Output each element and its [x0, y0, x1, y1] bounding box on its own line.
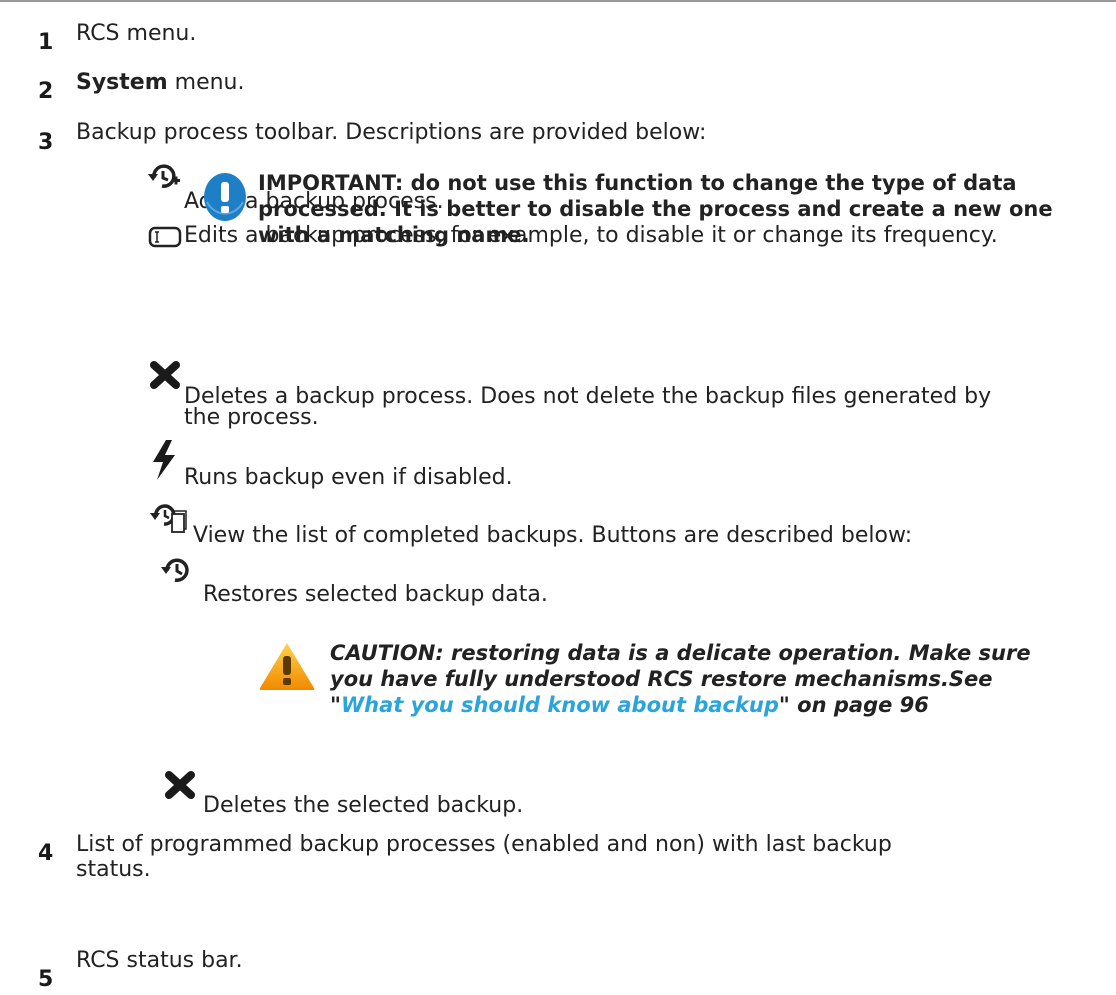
delete-icon [148, 360, 182, 394]
item-text-3: Backup process toolbar. Descriptions are… [76, 120, 707, 145]
item-text-4-line2: status. [76, 857, 151, 882]
item-text-2-rest: menu. [167, 70, 245, 95]
restore-icon [160, 556, 194, 590]
caution-line-3: "What you should know about backup" on p… [330, 692, 1110, 718]
caution-note: CAUTION: restoring data is a delicate op… [330, 640, 1110, 718]
edit-icon [148, 225, 182, 253]
item-text-2: System menu. [76, 71, 245, 95]
quote-open: " [330, 693, 341, 717]
restore-text: Restores selected backup data. [203, 582, 548, 607]
view-backups-text: View the list of completed backups. Butt… [193, 523, 913, 548]
add-backup-icon [148, 162, 182, 196]
item-number-4: 4 [38, 841, 54, 866]
delete-selected-text: Deletes the selected backup. [203, 793, 524, 818]
backup-knowledge-link[interactable]: What you should know about backup [341, 693, 779, 717]
lightning-icon [150, 440, 178, 484]
caution-line-1: CAUTION: restoring data is a delicate op… [330, 641, 1031, 665]
delete-process-text-line2: the process. [184, 405, 319, 430]
important-note: IMPORTANT: do not use this function to c… [258, 171, 1053, 247]
item-number-5: 5 [38, 967, 54, 992]
caution-line-2: you have fully understood RCS restore me… [330, 667, 993, 691]
caution-icon [258, 640, 316, 696]
run-text: Runs backup even if disabled. [184, 465, 513, 490]
item-number-1: 1 [38, 30, 54, 55]
item-number-3: 3 [38, 130, 54, 155]
item-number-2: 2 [38, 79, 54, 104]
item-text-5: RCS status bar. [76, 948, 243, 973]
view-backups-icon [150, 502, 190, 538]
page-reference: " on page 96 [778, 693, 929, 717]
item-text-1: RCS menu. [76, 21, 197, 46]
important-icon [203, 172, 247, 226]
delete-selected-icon [163, 770, 197, 804]
system-menu-label: System [76, 70, 168, 95]
top-rule [0, 0, 1116, 2]
item-text-4-line1: List of programmed backup processes (ena… [76, 832, 892, 857]
